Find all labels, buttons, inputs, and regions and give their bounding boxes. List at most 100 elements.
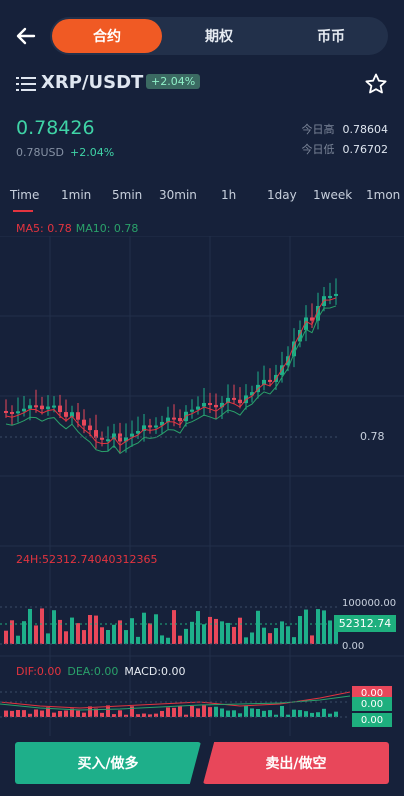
tf-1day[interactable]: 1day [267,188,297,202]
sell-short-button[interactable]: 卖出/做空 [203,742,389,784]
volume-bar [196,611,200,644]
volume-bar [46,633,50,644]
macd-tag: 0.00 [352,697,392,711]
tf-5min[interactable]: 5min [112,188,142,202]
volume-bar [64,631,68,644]
volume-bar [220,621,224,644]
volume-bar [172,610,176,644]
volume-bar [316,609,320,644]
macd-bar [100,712,104,717]
volume-bar [76,623,80,644]
timeframe-bar: Time 1min 5min 30min 1h 1day 1week 1mon [0,186,404,212]
macd-bar [268,710,272,717]
macd-bar [22,710,26,717]
volume-bar [268,633,272,644]
volume-bar [310,635,314,644]
tab-spot[interactable]: 币币 [276,19,386,53]
volume-bar [124,630,128,644]
macd-bar [10,710,14,717]
tab-contract[interactable]: 合约 [52,19,162,53]
candle [58,405,62,413]
tf-1min[interactable]: 1min [61,188,91,202]
candle [82,419,86,426]
tf-1week[interactable]: 1week [313,188,352,202]
volume-bar [136,636,140,644]
volume-bar [100,627,104,644]
volume-bar [28,608,32,644]
volume-bar [166,637,170,644]
candle [88,425,92,431]
high-label: 今日高 [301,123,335,136]
volume-24h: 24H:52312.74040312365 [16,553,158,566]
volume-bar [34,625,38,644]
volume-bar [40,608,44,644]
macd-bar [178,706,182,717]
volume-bar [244,637,248,644]
back-arrow-icon[interactable] [14,24,38,48]
candle [34,405,38,408]
macd-bar [220,708,224,717]
top-bar: 合约 期权 币币 [0,0,404,70]
macd-tag: 0.00 [352,713,392,727]
volume-bar [106,629,110,644]
macd-bar [202,705,206,717]
candle [208,403,212,406]
macd-bar [118,710,122,717]
macd-bar [304,711,308,717]
volume-bar [274,628,278,644]
candle [22,408,26,412]
tf-time[interactable]: Time [10,188,39,202]
volume-bar [82,630,86,644]
candle [4,411,8,413]
tab-options[interactable]: 期权 [164,19,274,53]
volume-bar [112,624,116,644]
volume-bar [160,635,164,644]
volume-bar [70,617,74,644]
low-value: 0.76702 [342,143,389,156]
volume-bar [130,618,134,644]
favorite-star-icon[interactable] [364,72,388,96]
macd-bar [238,713,242,717]
volume-bar [304,609,308,644]
macd-bar [208,707,212,717]
volume-bar [238,617,242,644]
macd-bar [172,707,176,717]
volume-bar [88,615,92,644]
candlestick-chart[interactable] [0,236,404,736]
price-usd: 0.78USD [16,146,64,159]
tf-30min[interactable]: 30min [159,188,197,202]
price-sub: 0.78USD +2.04% [16,146,114,159]
pair-name[interactable]: XRP/USDT [41,72,143,93]
macd-bar [262,710,266,717]
candle [46,406,50,410]
candle [154,425,158,428]
volume-axis-low: 0.00 [342,641,365,652]
buy-long-button[interactable]: 买入/做多 [15,742,201,784]
volume-bar [4,630,8,644]
menu-list-icon[interactable] [16,75,36,93]
macd-bar [322,708,326,717]
candle [52,405,56,408]
candle [268,379,272,382]
volume-bar [16,635,20,644]
tf-1mon[interactable]: 1mon [366,188,400,202]
last-price: 0.78426 [16,117,95,139]
macd-bar [4,710,8,717]
macd-bar [316,712,320,717]
volume-bar [214,618,218,644]
volume-bar [202,624,206,644]
volume-bar [280,621,284,644]
macd-bar [334,711,338,717]
tf-1h[interactable]: 1h [221,188,236,202]
macd-bar [160,710,164,717]
macd-bar [142,713,146,717]
macd-value: MACD:0.00 [124,665,186,678]
macd-bar [250,708,254,717]
macd-bar [244,705,248,717]
macd-bar [58,710,62,717]
ma10-value: MA10: 0.78 [75,222,139,235]
volume-bar [292,637,296,644]
candle [214,404,218,408]
candle [178,418,182,422]
change-badge: +2.04% [146,74,201,89]
